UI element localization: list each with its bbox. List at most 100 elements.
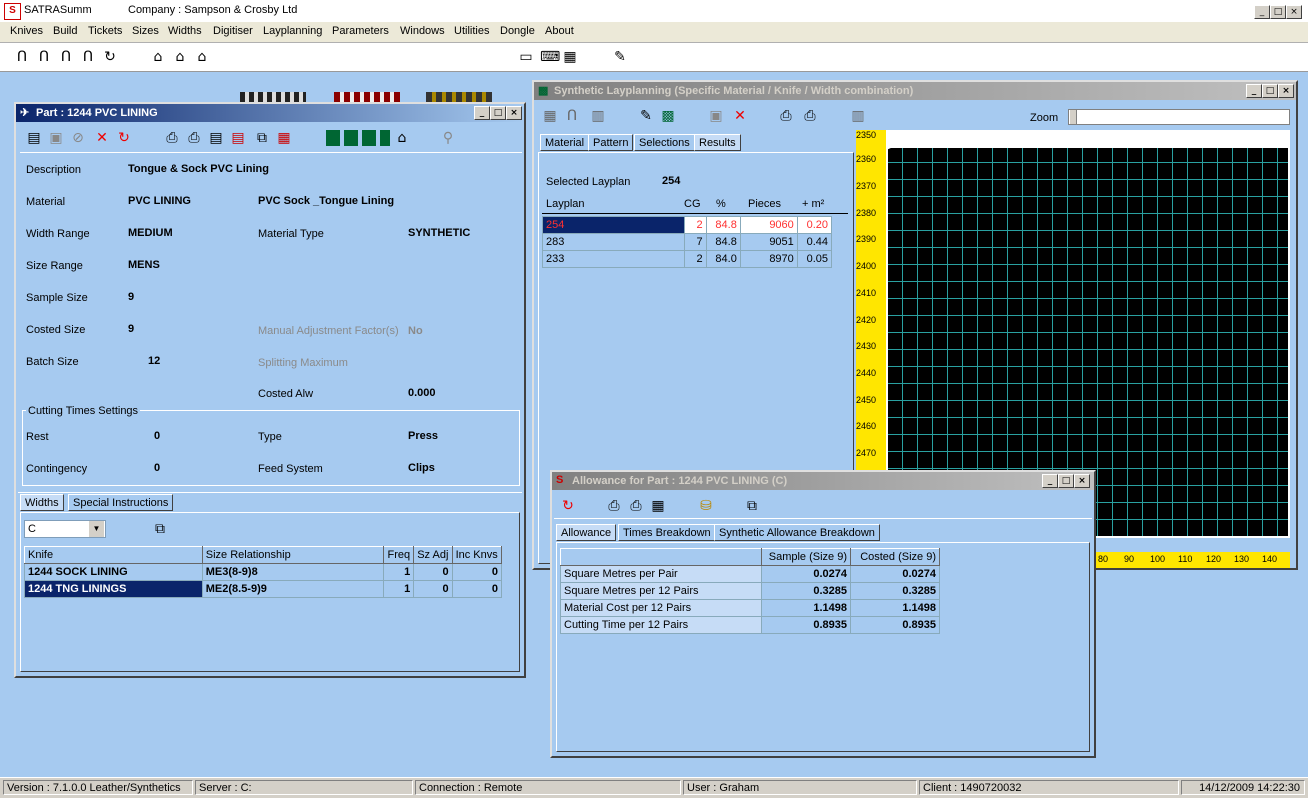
allowance-refresh-icon[interactable]: ↻ [560, 498, 576, 514]
knife-refresh-icon[interactable]: ↻ [102, 49, 118, 65]
table-row[interactable]: Cutting Time per 12 Pairs 0.8935 0.8935 [560, 616, 940, 634]
layplan-knife-icon[interactable]: ᑎ [564, 108, 580, 124]
col-pieces[interactable]: Pieces [748, 198, 781, 210]
layplan-minimize-icon[interactable]: _ [1246, 84, 1262, 98]
copy-icon[interactable]: ⧉ [254, 130, 270, 146]
layplan-export-icon[interactable]: ▥ [850, 108, 866, 124]
col-freq[interactable]: Freq [383, 546, 415, 564]
zoom-slider-thumb[interactable] [1070, 110, 1077, 124]
col-sample[interactable]: Sample (Size 9) [761, 548, 851, 566]
menu-knives[interactable]: Knives [10, 25, 43, 37]
save-icon[interactable]: ▣ [48, 130, 64, 146]
col-knife[interactable]: Knife [24, 546, 203, 564]
boot-icon[interactable]: ⌂ [394, 130, 410, 146]
maximize-icon[interactable]: □ [1270, 5, 1286, 19]
knife-icon[interactable]: ᑎ [14, 49, 30, 65]
part-minimize-icon[interactable]: _ [474, 106, 490, 120]
tab-results[interactable]: Results [694, 134, 741, 151]
layplan-run-icon[interactable]: ▩ [660, 108, 676, 124]
layplan-book-icon[interactable]: ▥ [590, 108, 606, 124]
col-costed[interactable]: Costed (Size 9) [850, 548, 940, 566]
menu-digitiser[interactable]: Digitiser [213, 25, 253, 37]
menu-widths[interactable]: Widths [168, 25, 202, 37]
tab-allowance[interactable]: Allowance [556, 524, 617, 541]
table-row[interactable]: 233 2 84.0 8970 0.05 [542, 250, 833, 268]
shoe-width-icon[interactable]: ⌂ [172, 49, 188, 65]
tab-synthetic-allowance-breakdown[interactable]: Synthetic Allowance Breakdown [714, 524, 880, 541]
layplan-print-icon[interactable]: ⎙ [802, 108, 818, 124]
shoe-outline-icon[interactable]: ⌂ [150, 49, 166, 65]
menu-tickets[interactable]: Tickets [88, 25, 122, 37]
refresh-icon[interactable]: ↻ [116, 130, 132, 146]
table-row[interactable]: 1244 TNG LININGS ME2(8.5-9)9 1 0 0 [24, 580, 503, 598]
grid-icon[interactable]: ▦ [276, 130, 292, 146]
layplan-maximize-icon[interactable]: □ [1262, 84, 1278, 98]
shoe-size-icon[interactable]: ⌂ [194, 49, 210, 65]
layplan-close-icon[interactable]: × [1278, 84, 1294, 98]
search-icon[interactable]: ⚲ [440, 130, 456, 146]
allowance-calendar-icon[interactable]: ▦ [650, 498, 666, 514]
tab-special-instructions[interactable]: Special Instructions [68, 494, 174, 511]
tab-selections[interactable]: Selections [634, 134, 695, 151]
allowance-preview-icon[interactable]: ⎙ [606, 498, 622, 514]
cancel-icon[interactable]: ⊘ [70, 130, 86, 146]
knife-build-icon[interactable]: ᑎ [36, 49, 52, 65]
tab-widths[interactable]: Widths [20, 494, 64, 511]
knife-edit-icon[interactable]: ᑎ [58, 49, 74, 65]
zoom-slider[interactable] [1068, 109, 1290, 125]
part-close-icon[interactable]: × [506, 106, 522, 120]
allowance-close-icon[interactable]: × [1074, 474, 1090, 488]
close-icon[interactable]: × [1286, 5, 1302, 19]
export-icon[interactable]: ▤ [230, 130, 246, 146]
tab-pattern[interactable]: Pattern [588, 134, 634, 151]
coins-icon[interactable]: ⛁ [698, 498, 714, 514]
table-row[interactable]: Square Metres per Pair 0.0274 0.0274 [560, 565, 940, 583]
menu-about[interactable]: About [545, 25, 574, 37]
col-plus-m2[interactable]: + m² [802, 198, 824, 210]
layplan-grid-icon[interactable]: ▦ [542, 108, 558, 124]
menu-parameters[interactable]: Parameters [332, 25, 389, 37]
allowance-copy-icon[interactable]: ⧉ [744, 498, 760, 514]
col-layplan[interactable]: Layplan [546, 198, 585, 210]
part-maximize-icon[interactable]: □ [490, 106, 506, 120]
print-icon[interactable]: ⎙ [186, 130, 202, 146]
tab-material[interactable]: Material [540, 134, 590, 151]
layplan-preview-icon[interactable]: ⎙ [778, 108, 794, 124]
window-icon[interactable]: ▭ [518, 49, 534, 65]
allowance-print-icon[interactable]: ⎙ [628, 498, 644, 514]
col-inc-knvs[interactable]: Inc Knvs [451, 546, 503, 564]
table-row[interactable]: 254 2 84.8 9060 0.20 [542, 216, 833, 234]
menu-utilities[interactable]: Utilities [454, 25, 489, 37]
allowance-maximize-icon[interactable]: □ [1058, 474, 1074, 488]
minimize-icon[interactable]: _ [1254, 5, 1270, 19]
table-row[interactable]: Material Cost per 12 Pairs 1.1498 1.1498 [560, 599, 940, 617]
knife-copy-icon[interactable]: ᑎ [80, 49, 96, 65]
menu-sizes[interactable]: Sizes [132, 25, 159, 37]
menu-windows[interactable]: Windows [400, 25, 445, 37]
chevron-down-icon[interactable]: ▼ [89, 521, 104, 537]
keyboard-icon[interactable]: ⌨ [540, 49, 560, 65]
menu-dongle[interactable]: Dongle [500, 25, 535, 37]
report-icon[interactable]: ▤ [208, 130, 224, 146]
tab-times-breakdown[interactable]: Times Breakdown [618, 524, 716, 541]
calculator-icon[interactable]: ▦ [562, 49, 578, 65]
table-row[interactable]: 1244 SOCK LINING ME3(8-9)8 1 0 0 [24, 563, 503, 581]
open-icon[interactable]: ▤ [26, 130, 42, 146]
col-cg[interactable]: CG [684, 198, 701, 210]
layplan-delete-icon[interactable]: ✕ [732, 108, 748, 124]
table-row[interactable]: Square Metres per 12 Pairs 0.3285 0.3285 [560, 582, 940, 600]
layplan-tool-icons[interactable] [326, 130, 390, 146]
layplan-digitise-icon[interactable]: ✎ [638, 108, 654, 124]
table-row[interactable]: 283 7 84.8 9051 0.44 [542, 233, 833, 251]
col-size-relationship[interactable]: Size Relationship [201, 546, 385, 564]
delete-icon[interactable]: ✕ [94, 130, 110, 146]
col-sz-adj[interactable]: Sz Adj [413, 546, 453, 564]
width-select[interactable]: C ▼ [24, 520, 106, 538]
preview-icon[interactable]: ⎙ [164, 130, 180, 146]
layplan-save-icon[interactable]: ▣ [708, 108, 724, 124]
menu-build[interactable]: Build [53, 25, 77, 37]
width-edit-icon[interactable]: ⧉ [152, 521, 168, 537]
col-percent[interactable]: % [716, 198, 726, 210]
digitise-icon[interactable]: ✎ [612, 49, 628, 65]
allowance-minimize-icon[interactable]: _ [1042, 474, 1058, 488]
